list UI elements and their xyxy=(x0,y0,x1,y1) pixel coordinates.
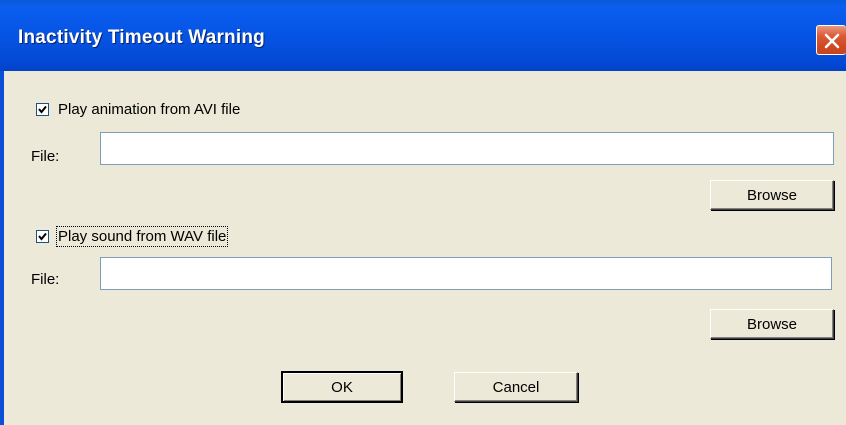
sound-browse-button[interactable]: Browse xyxy=(710,309,834,339)
animation-checkbox-label[interactable]: Play animation from AVI file xyxy=(58,101,240,118)
dialog-window: Inactivity Timeout Warning Play animatio… xyxy=(0,0,846,425)
ok-button[interactable]: OK xyxy=(282,372,402,402)
sound-file-input[interactable] xyxy=(100,257,832,290)
cancel-button-label: Cancel xyxy=(492,378,540,396)
ok-button-label: OK xyxy=(331,378,353,396)
animation-file-input[interactable] xyxy=(100,132,834,165)
animation-file-label: File: xyxy=(31,148,60,165)
animation-checkbox-row[interactable]: Play animation from AVI file xyxy=(36,101,240,118)
animation-browse-label: Browse xyxy=(746,186,798,204)
checkmark-icon xyxy=(38,232,47,241)
dialog-client-area: Play animation from AVI file File: Brows… xyxy=(4,71,846,425)
animation-browse-button[interactable]: Browse xyxy=(710,180,834,210)
sound-checkbox-row[interactable]: Play sound from WAV file xyxy=(36,226,229,247)
sound-file-label: File: xyxy=(31,271,60,288)
animation-checkbox[interactable] xyxy=(36,103,49,116)
window-title: Inactivity Timeout Warning xyxy=(18,27,265,48)
sound-browse-label: Browse xyxy=(746,315,798,333)
sound-checkbox[interactable] xyxy=(36,230,49,243)
cancel-button[interactable]: Cancel xyxy=(454,372,578,402)
sound-checkbox-label[interactable]: Play sound from WAV file xyxy=(55,226,229,247)
close-button[interactable] xyxy=(816,25,846,55)
title-bar[interactable]: Inactivity Timeout Warning xyxy=(0,0,846,71)
checkmark-icon xyxy=(38,105,47,114)
